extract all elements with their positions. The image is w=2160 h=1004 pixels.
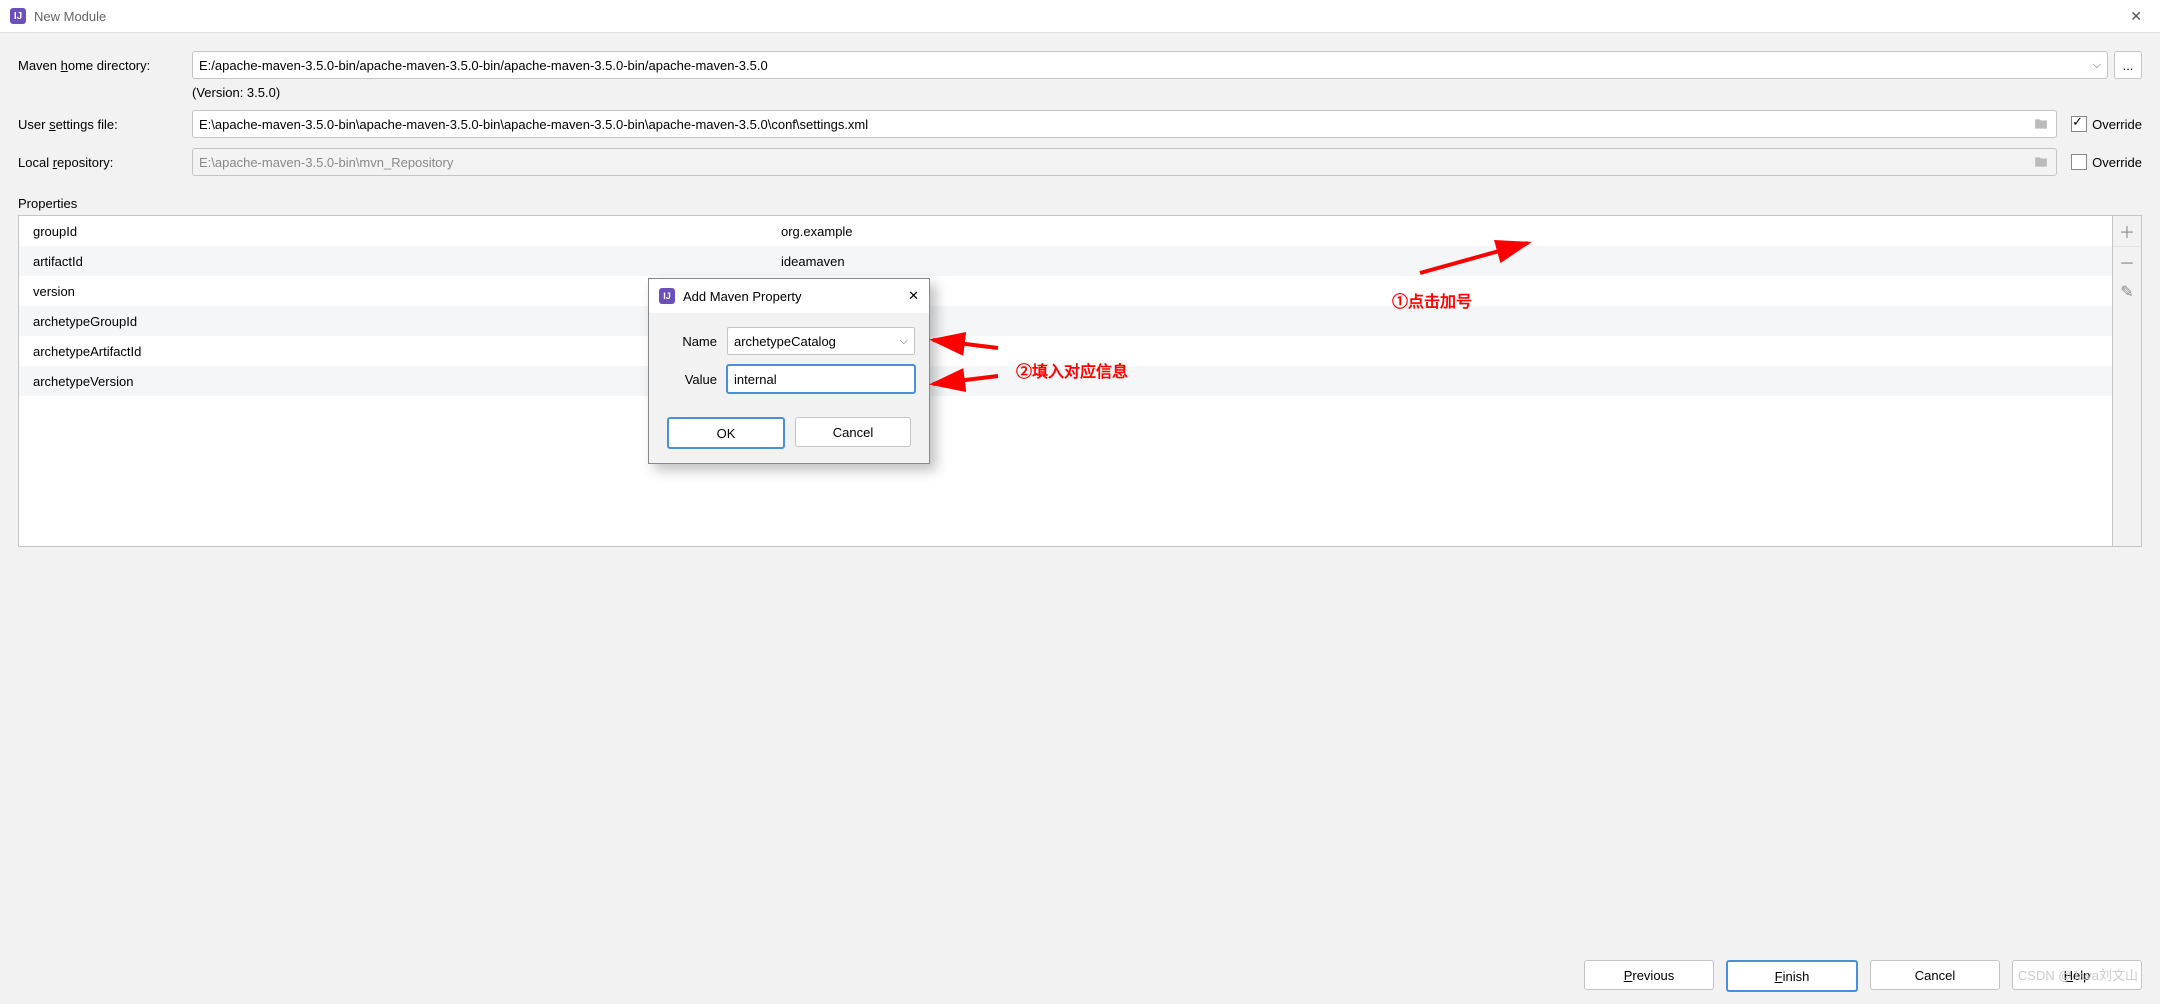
user-settings-value: E:\apache-maven-3.5.0-bin\apache-maven-3… [199, 117, 868, 132]
name-label: Name [663, 334, 727, 349]
maven-version-note: (Version: 3.5.0) [192, 85, 2142, 100]
table-row[interactable]: groupIdorg.example [19, 216, 2112, 246]
maven-home-label: Maven home directory: [18, 58, 192, 73]
local-repo-override[interactable]: Override [2071, 154, 2142, 170]
local-repo-value: E:\apache-maven-3.5.0-bin\mvn_Repository [199, 155, 453, 170]
dialog-close-button[interactable]: ✕ [908, 288, 919, 304]
chevron-down-icon: ⌵ [2093, 59, 2101, 72]
maven-home-value: E:/apache-maven-3.5.0-bin/apache-maven-3… [199, 58, 768, 73]
user-settings-label: User settings file: [18, 117, 192, 132]
table-row[interactable]: version [19, 276, 2112, 306]
local-repo-input: E:\apache-maven-3.5.0-bin\mvn_Repository [192, 148, 2057, 176]
window-title: New Module [34, 9, 106, 24]
dialog-cancel-button[interactable]: Cancel [795, 417, 911, 447]
table-row[interactable]: archetypeGroupIdarchetypes [19, 306, 2112, 336]
local-repo-label: Local repository: [18, 155, 192, 170]
ok-button[interactable]: OK [667, 417, 785, 449]
maven-home-browse-button[interactable]: ... [2114, 51, 2142, 79]
add-property-button[interactable]: ＋ [2113, 216, 2141, 247]
folder-icon [2032, 155, 2050, 169]
user-settings-input[interactable]: E:\apache-maven-3.5.0-bin\apache-maven-3… [192, 110, 2057, 138]
dialog-title: Add Maven Property [683, 289, 802, 304]
annotation-text-1: ①点击加号 [1392, 288, 1472, 312]
window-close-button[interactable]: ✕ [2122, 8, 2150, 25]
user-settings-override[interactable]: Override [2071, 116, 2142, 132]
chevron-down-icon: ⌵ [900, 335, 908, 348]
annotation-arrow-2b [928, 370, 1008, 397]
previous-button[interactable]: Previous [1584, 960, 1714, 990]
value-input[interactable]: internal [727, 365, 915, 393]
watermark: CSDN @Java刘文山 [2018, 965, 2138, 984]
add-property-dialog: IJ Add Maven Property ✕ Name archetypeCa… [648, 278, 930, 464]
table-row[interactable]: artifactIdideamaven [19, 246, 2112, 276]
checkbox-checked-icon [2071, 116, 2087, 132]
titlebar: IJ New Module ✕ [0, 0, 2160, 33]
annotation-arrow-1 [1420, 238, 1540, 281]
name-value: archetypeCatalog [734, 334, 836, 349]
finish-button[interactable]: Finish [1726, 960, 1858, 992]
annotation-arrow-2a [928, 330, 1008, 357]
cancel-button[interactable]: Cancel [1870, 960, 2000, 990]
properties-label: Properties [18, 196, 2142, 211]
checkbox-icon [2071, 154, 2087, 170]
app-icon: IJ [659, 288, 675, 304]
app-icon: IJ [10, 8, 26, 24]
edit-property-button[interactable]: ✎ [2113, 277, 2141, 307]
remove-property-button[interactable]: － [2113, 247, 2141, 277]
name-combo[interactable]: archetypeCatalog ⌵ [727, 327, 915, 355]
value-text: internal [734, 372, 777, 387]
annotation-text-2: ②填入对应信息 [1016, 358, 1128, 382]
maven-home-combo[interactable]: E:/apache-maven-3.5.0-bin/apache-maven-3… [192, 51, 2108, 79]
folder-icon [2032, 117, 2050, 131]
value-label: Value [663, 372, 727, 387]
